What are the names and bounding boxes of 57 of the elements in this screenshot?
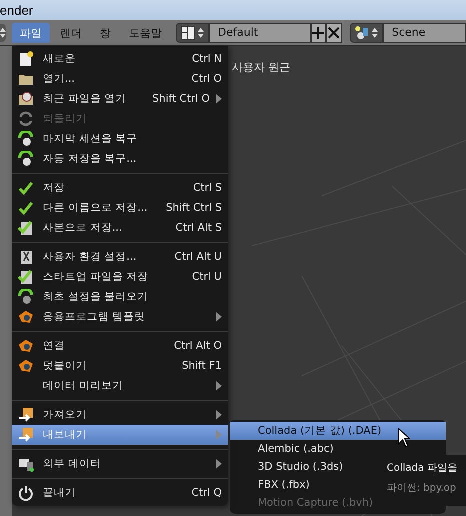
close-icon <box>328 26 340 38</box>
menu-item[interactable]: 사용자 환경 설정... Ctrl Alt U <box>12 247 228 267</box>
menu-item[interactable]: 최초 설정을 불러오기 <box>12 287 228 307</box>
menu-item[interactable]: Collada (기본 값) (.DAE) <box>230 422 446 440</box>
menu-item[interactable]: 저장 Ctrl S <box>12 178 228 198</box>
menu-tab[interactable]: 렌더 <box>52 22 90 42</box>
menu-item[interactable]: 데이터 미리보기 <box>12 376 228 396</box>
up-down-arrows-icon <box>372 26 378 38</box>
menu-item[interactable]: Alembic (.abc) <box>230 440 446 458</box>
close-button[interactable] <box>326 22 342 42</box>
menu-tab[interactable]: 창 <box>92 22 119 42</box>
menu-item[interactable]: 끝내기 Ctrl Q <box>12 483 228 503</box>
recover-arrow-icon <box>18 289 34 305</box>
menu-item[interactable]: 열기... Ctrl O <box>12 69 228 89</box>
menu-item[interactable]: 연결 Ctrl Alt O <box>12 336 228 356</box>
external-data-icon <box>18 456 34 472</box>
menu-item[interactable]: 마지막 세션을 복구 <box>12 129 228 149</box>
tooltip-text: Collada 파일을 <box>387 462 458 475</box>
refresh-icon <box>18 111 34 127</box>
checkmark-icon <box>18 200 34 216</box>
mouse-cursor-icon <box>398 428 411 448</box>
scene-selector[interactable] <box>350 22 384 42</box>
up-down-arrows-icon <box>0 26 6 38</box>
recover-arrow-icon <box>18 131 34 147</box>
menu-item[interactable]: 다른 이름으로 저장... Shift Ctrl S <box>12 198 228 218</box>
menu-item[interactable]: 최근 파일을 열기 Shift Ctrl O <box>12 89 228 109</box>
add-button[interactable] <box>310 22 326 42</box>
import-icon <box>18 407 34 423</box>
plus-icon <box>312 26 324 38</box>
menu-item[interactable]: 응용프로그램 템플릿 <box>12 307 228 327</box>
viewport-label: 사용자 원근 <box>232 61 290 74</box>
recover-arrow-icon <box>18 151 34 167</box>
scene-name-field[interactable]: Scene <box>383 22 466 42</box>
checkmark-icon <box>18 180 34 196</box>
menu-tab[interactable]: 파일 <box>12 22 50 42</box>
up-down-arrows-icon <box>198 26 204 38</box>
window-title: ender <box>0 2 34 18</box>
menu-item[interactable]: 새로운 Ctrl N <box>12 49 228 69</box>
export-icon <box>18 427 34 443</box>
menu-item[interactable]: 스타트업 파일을 저장 Ctrl U <box>12 267 228 287</box>
editor-type-button[interactable] <box>0 24 6 42</box>
layout-icon <box>181 26 195 40</box>
layout-selector[interactable] <box>176 22 209 42</box>
menu-item[interactable]: 외부 데이터 <box>12 454 228 474</box>
new-file-icon <box>18 51 34 67</box>
checked-document-icon <box>18 269 34 285</box>
recent-folder-icon <box>18 91 34 107</box>
menu-item[interactable]: 사본으로 저장... Ctrl Alt S <box>12 218 228 238</box>
menu-item[interactable]: 가져오기 <box>12 405 228 425</box>
checked-document-icon <box>18 220 34 236</box>
scene-icon <box>355 26 370 40</box>
layout-name-field[interactable]: Default <box>209 22 311 42</box>
power-icon <box>18 485 34 501</box>
tooltip-python-text: 파이썬: bpy.op <box>387 482 458 495</box>
menu-item[interactable]: 덧붙이기 Shift F1 <box>12 356 228 376</box>
menu-tab[interactable]: 도움말 <box>121 22 170 42</box>
menu-item[interactable]: 자동 저장을 복구... <box>12 149 228 169</box>
